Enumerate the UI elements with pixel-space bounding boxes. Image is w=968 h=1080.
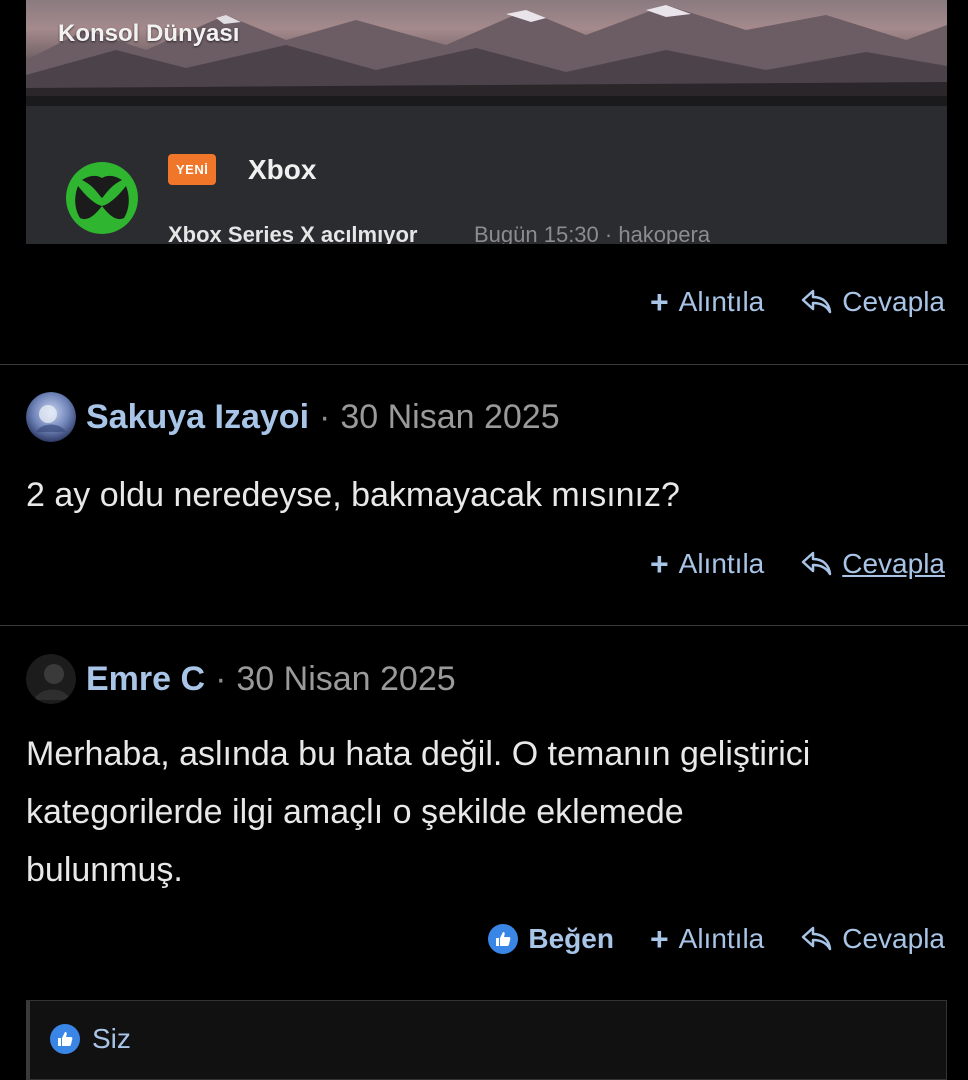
reactions-bar[interactable]: Siz	[26, 1000, 947, 1080]
quote-button[interactable]: + Alıntıla	[650, 286, 764, 318]
xbox-logo-icon	[66, 162, 138, 234]
reply-label: Cevapla	[842, 286, 945, 317]
plus-icon: +	[649, 921, 669, 957]
avatar[interactable]	[26, 392, 76, 442]
username[interactable]: Emre C	[86, 660, 205, 699]
post-header: Sakuya Izayoi · 30 Nisan 2025	[26, 392, 560, 442]
like-button[interactable]: Beğen	[488, 923, 614, 955]
post-date[interactable]: 30 Nisan 2025	[236, 660, 455, 699]
quote-button[interactable]: + Alıntıla	[650, 923, 764, 955]
post-date[interactable]: 30 Nisan 2025	[340, 398, 559, 437]
separator: ·	[215, 659, 227, 698]
thumbs-up-icon	[50, 1024, 80, 1054]
reply-icon	[800, 288, 832, 316]
post-divider	[0, 364, 968, 365]
like-label: Beğen	[528, 923, 614, 954]
reactions-users[interactable]: Siz	[92, 1023, 131, 1055]
quote-label: Alıntıla	[678, 286, 765, 317]
plus-icon: +	[649, 284, 669, 320]
post-body: Merhaba, aslında bu hata değil. O temanı…	[26, 735, 811, 889]
quote-button[interactable]: + Alıntıla	[650, 548, 764, 580]
quote-label: Alıntıla	[678, 923, 765, 954]
avatar[interactable]	[26, 654, 76, 704]
post-actions-1: + Alıntıla Cevapla	[650, 286, 945, 318]
category-title: Konsol Dünyası	[58, 20, 240, 47]
new-badge: YENİ	[168, 154, 217, 185]
reply-button[interactable]: Cevapla	[800, 548, 945, 580]
quote-label: Alıntıla	[678, 548, 765, 579]
reply-button[interactable]: Cevapla	[800, 286, 945, 318]
thumbs-up-icon	[488, 924, 519, 954]
post-divider	[0, 625, 968, 626]
embedded-screenshot: Konsol Dünyası YENİ Xbox Xbox Series X a…	[26, 0, 947, 244]
reply-label: Cevapla	[842, 548, 945, 579]
thread-meta: Bugün 15:30 · hakopera	[474, 222, 711, 244]
reply-icon	[800, 550, 832, 578]
reply-label: Cevapla	[842, 923, 945, 954]
username[interactable]: Sakuya Izayoi	[86, 398, 309, 437]
mountain-banner: Konsol Dünyası	[26, 0, 947, 96]
plus-icon: +	[649, 546, 669, 582]
thread-title[interactable]: Xbox Series X acılmıyor	[168, 222, 417, 244]
reply-icon	[800, 925, 832, 953]
forum-name[interactable]: Xbox	[248, 154, 316, 186]
separator: ·	[319, 397, 331, 436]
post-actions-2: + Alıntıla Cevapla	[650, 548, 945, 580]
forum-row: YENİ Xbox Xbox Series X acılmıyor Bugün …	[26, 106, 947, 244]
post-header: Emre C · 30 Nisan 2025	[26, 654, 456, 704]
reply-button[interactable]: Cevapla	[800, 923, 945, 955]
post-actions-3: Beğen + Alıntıla Cevapla	[488, 923, 945, 955]
post-body: 2 ay oldu neredeyse, bakmayacak mısınız?	[26, 476, 680, 514]
banner-separator	[26, 96, 947, 106]
